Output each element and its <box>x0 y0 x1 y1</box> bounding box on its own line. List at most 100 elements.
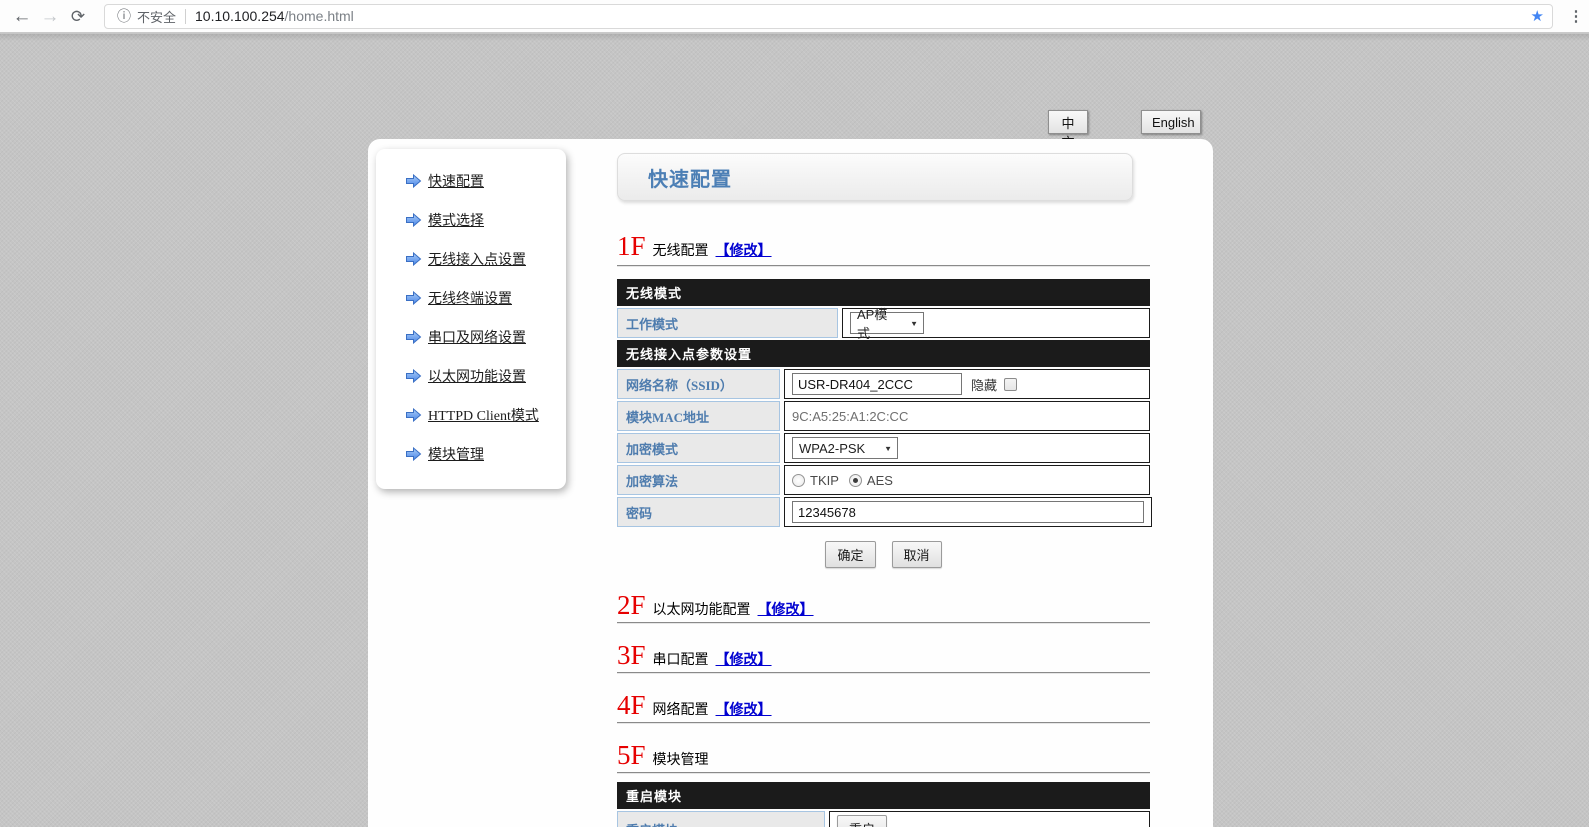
work-mode-value: AP模式 <box>857 304 900 342</box>
sidebar-item-label[interactable]: 模块管理 <box>428 444 484 464</box>
divider <box>617 622 1150 624</box>
aes-radio[interactable] <box>849 474 862 487</box>
sidebar-item-quick-config[interactable]: 快速配置 <box>376 161 566 200</box>
section-label: 以太网功能配置 <box>653 599 751 619</box>
section-label: 串口配置 <box>653 649 709 669</box>
sidebar-item-ethernet[interactable]: 以太网功能设置 <box>376 356 566 395</box>
ap-params-table: 无线接入点参数设置 网络名称（SSID） 隐藏 模块MAC地址 9C:A5:25… <box>617 340 1150 527</box>
mac-cell: 9C:A5:25:A1:2C:CC <box>784 401 1150 431</box>
section-label: 模块管理 <box>653 749 709 769</box>
mac-label: 模块MAC地址 <box>617 401 780 431</box>
arrow-right-icon <box>405 447 422 461</box>
table-row: 工作模式 AP模式 ▼ <box>617 308 1150 338</box>
ssid-input[interactable] <box>792 373 962 395</box>
modify-link[interactable]: 【修改】 <box>716 649 772 669</box>
section-label: 无线配置 <box>653 240 709 260</box>
sidebar-item-label[interactable]: 无线终端设置 <box>428 288 512 308</box>
ssid-label: 网络名称（SSID） <box>617 369 780 399</box>
password-input[interactable] <box>792 501 1144 523</box>
sidebar-item-httpd-client[interactable]: HTTPD Client模式 <box>376 395 566 434</box>
section-2f-head: 2F 以太网功能配置 【修改】 <box>617 592 1150 620</box>
table-row: 密码 <box>617 497 1150 527</box>
back-icon[interactable]: ← <box>8 7 36 26</box>
hide-checkbox[interactable] <box>1004 378 1017 391</box>
page-background: 中文 English 快速配置 模式选择 无线接入点设置 <box>0 34 1589 827</box>
lang-english-button[interactable]: English <box>1141 110 1201 134</box>
ok-button[interactable]: 确定 <box>825 541 875 568</box>
arrow-right-icon <box>405 369 422 383</box>
sidebar-item-label[interactable]: 以太网功能设置 <box>428 366 526 386</box>
form-buttons: 确定 取消 <box>617 541 1150 568</box>
arrow-right-icon <box>405 291 422 305</box>
sidebar-item-mode-select[interactable]: 模式选择 <box>376 200 566 239</box>
browser-menu-icon[interactable]: ⋮ <box>1563 7 1589 25</box>
restart-cell: 重启 <box>829 811 1150 827</box>
section-number: 3F <box>617 642 646 669</box>
sidebar-item-ap-settings[interactable]: 无线接入点设置 <box>376 239 566 278</box>
wireless-mode-table: 无线模式 工作模式 AP模式 ▼ <box>617 279 1150 338</box>
aes-label: AES <box>867 473 893 488</box>
arrow-right-icon <box>405 252 422 266</box>
url-separator <box>185 9 186 24</box>
password-cell <box>784 497 1152 527</box>
info-icon[interactable]: ⓘ <box>117 6 131 26</box>
page-title-box: 快速配置 <box>617 153 1133 201</box>
section-4f-head: 4F 网络配置 【修改】 <box>617 692 1150 720</box>
sidebar-item-label[interactable]: 无线接入点设置 <box>428 249 526 269</box>
table-row: 网络名称（SSID） 隐藏 <box>617 369 1150 399</box>
divider <box>617 672 1150 674</box>
screen: ← → ⟳ ⓘ 不安全 10.10.100.254 /home.html ★ ⋮… <box>0 0 1589 827</box>
table-header: 无线接入点参数设置 <box>617 340 1150 367</box>
divider <box>617 265 1150 267</box>
work-mode-select[interactable]: AP模式 ▼ <box>850 312 924 334</box>
section-number: 5F <box>617 742 646 769</box>
sidebar-item-label[interactable]: 模式选择 <box>428 210 484 230</box>
encryption-mode-value: WPA2-PSK <box>799 441 865 456</box>
section-number: 1F <box>617 233 646 260</box>
cancel-button[interactable]: 取消 <box>892 541 942 568</box>
section-1f-head: 1F 无线配置 【修改】 <box>617 233 1150 261</box>
divider <box>617 772 1150 774</box>
page-title: 快速配置 <box>648 163 732 192</box>
main-content: 快速配置 1F 无线配置 【修改】 无线模式 工作模式 AP模式 <box>617 153 1150 827</box>
sidebar-item-label[interactable]: 快速配置 <box>428 171 484 191</box>
modify-link[interactable]: 【修改】 <box>716 699 772 719</box>
encryption-mode-select[interactable]: WPA2-PSK ▼ <box>792 437 898 459</box>
section-3f-head: 3F 串口配置 【修改】 <box>617 642 1150 670</box>
modify-link[interactable]: 【修改】 <box>758 599 814 619</box>
section-number: 2F <box>617 592 646 619</box>
work-mode-cell: AP模式 ▼ <box>842 308 1150 338</box>
restart-table: 重启模块 重启模块 重启 <box>617 782 1150 827</box>
url-bar[interactable]: ⓘ 不安全 10.10.100.254 /home.html ★ <box>104 4 1553 29</box>
table-row: 加密模式 WPA2-PSK ▼ <box>617 433 1150 463</box>
sidebar-item-label[interactable]: HTTPD Client模式 <box>428 405 539 425</box>
forward-icon: → <box>36 7 64 26</box>
encryption-mode-label: 加密模式 <box>617 433 780 463</box>
restart-button[interactable]: 重启 <box>837 815 887 827</box>
encryption-alg-label: 加密算法 <box>617 465 780 495</box>
lang-chinese-button[interactable]: 中文 <box>1048 110 1088 134</box>
arrow-right-icon <box>405 174 422 188</box>
sidebar-item-sta-settings[interactable]: 无线终端设置 <box>376 278 566 317</box>
table-row: 重启模块 重启 <box>617 811 1150 827</box>
chevron-down-icon: ▼ <box>884 444 892 452</box>
sidebar-item-module-manage[interactable]: 模块管理 <box>376 434 566 473</box>
url-path: /home.html <box>285 8 354 24</box>
section-number: 4F <box>617 692 646 719</box>
reload-icon[interactable]: ⟳ <box>64 8 92 25</box>
arrow-right-icon <box>405 213 422 227</box>
bookmark-star-icon[interactable]: ★ <box>1531 7 1544 25</box>
tkip-radio[interactable] <box>792 474 805 487</box>
sidebar-item-label[interactable]: 串口及网络设置 <box>428 327 526 347</box>
content-panel: 快速配置 模式选择 无线接入点设置 无线终端设置 串口及网络设置 <box>368 139 1213 827</box>
work-mode-label: 工作模式 <box>617 308 838 338</box>
arrow-right-icon <box>405 330 422 344</box>
tkip-label: TKIP <box>810 473 839 488</box>
section-label: 网络配置 <box>653 699 709 719</box>
table-header: 重启模块 <box>617 782 1150 809</box>
modify-link[interactable]: 【修改】 <box>716 240 772 260</box>
table-row: 模块MAC地址 9C:A5:25:A1:2C:CC <box>617 401 1150 431</box>
sidebar-item-serial-network[interactable]: 串口及网络设置 <box>376 317 566 356</box>
arrow-right-icon <box>405 408 422 422</box>
mac-value: 9C:A5:25:A1:2C:CC <box>792 409 908 424</box>
